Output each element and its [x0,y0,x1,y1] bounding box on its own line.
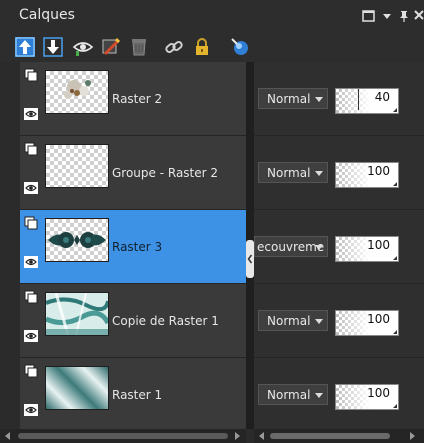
layer-properties-row: Normal 100 [254,358,424,432]
panel-title: Calques [19,7,75,23]
layer-thumbnail [45,292,109,336]
visibility-eye-icon[interactable] [24,256,38,268]
opacity-slider[interactable]: 100 [335,236,399,262]
layer-row-copie-de-raster-1[interactable]: Copie de Raster 1 [20,284,246,358]
scroll-thumb[interactable] [18,433,228,439]
blend-mode-value: Normal [267,166,311,180]
show-hide-icon[interactable] [72,36,94,58]
layer-properties-row: Normal 40 [254,62,424,136]
layer-properties-row: Normal 100 [254,284,424,358]
blend-mode-value: Normal [267,388,311,402]
layer-thumbnail [45,144,109,188]
blend-mode-dropdown[interactable]: ecouvreme [254,236,328,257]
corner-arrow-icon [393,182,397,186]
visibility-eye-icon[interactable] [24,404,38,416]
blend-mode-value: Normal [267,92,311,106]
scroll-right-icon[interactable] [410,432,415,440]
layer-properties-row: ecouvreme 100 [254,210,424,284]
layer-type-icon [24,216,38,230]
layer-list-hscrollbar[interactable] [0,429,246,443]
dropdown-arrow-icon [315,171,323,176]
layer-style-icon[interactable] [229,36,251,58]
splitter-handle[interactable] [246,240,254,278]
properties-hscrollbar[interactable] [254,429,424,443]
flower-thumbnail-image [64,80,91,99]
layer-type-icon [24,364,38,378]
dropdown-icon[interactable] [379,8,395,24]
dropdown-arrow-icon [315,245,323,250]
scroll-thumb[interactable] [270,433,390,439]
layer-name[interactable]: Raster 2 [112,92,162,106]
layer-properties-row: Normal 100 [254,136,424,210]
link-icon[interactable] [163,36,185,58]
corner-arrow-icon [393,108,397,112]
layers-toolbar [0,32,424,62]
visibility-eye-icon[interactable] [24,108,38,120]
edit-mask-icon[interactable] [100,36,122,58]
lock-icon[interactable] [191,36,213,58]
layer-name[interactable]: Raster 3 [112,240,162,254]
visibility-eye-icon[interactable] [24,182,38,194]
opacity-slider[interactable]: 100 [335,384,399,410]
move-layer-up-icon[interactable] [14,36,36,58]
dropdown-arrow-icon [315,319,323,324]
opacity-slider[interactable]: 100 [335,162,399,188]
layer-thumbnail [45,70,109,114]
layer-name[interactable]: Groupe - Raster 2 [112,166,218,180]
blend-mode-dropdown[interactable]: Normal [258,162,328,183]
scroll-left-icon[interactable] [5,432,10,440]
layer-properties: Normal 40 Normal 100 ecouvreme 100 Norma… [254,62,424,432]
opacity-value: 40 [374,90,390,104]
texture-thumbnail-image [46,293,108,335]
delete-layer-icon[interactable] [128,36,150,58]
move-layer-down-icon[interactable] [42,36,64,58]
pin-icon[interactable] [396,8,412,24]
layer-thumbnail [45,218,109,262]
dropdown-arrow-icon [315,97,323,102]
dropdown-arrow-icon [315,393,323,398]
opacity-value: 100 [367,312,390,326]
layer-name[interactable]: Copie de Raster 1 [112,314,219,328]
layer-row-raster-2[interactable]: Raster 2 [20,62,246,136]
scroll-right-icon[interactable] [235,432,240,440]
layer-row-raster-3[interactable]: Raster 3 [20,210,246,284]
maximize-icon[interactable] [361,8,377,24]
panel-titlebar: Calques [0,0,424,32]
splitter-arrow-icon [247,254,253,264]
ornament-thumbnail-image [48,232,106,248]
layer-type-icon [24,290,38,304]
layer-type-icon [24,68,38,82]
opacity-slider[interactable]: 40 [335,88,399,114]
opacity-value: 100 [367,164,390,178]
layer-thumbnail [45,366,109,410]
layer-list: Raster 2 Groupe - Raster 2 Raster 3 Copi… [0,62,246,432]
blend-mode-dropdown[interactable]: Normal [258,384,328,405]
scroll-left-icon[interactable] [259,432,264,440]
layer-type-icon [24,142,38,156]
opacity-value: 100 [367,238,390,252]
opacity-slider[interactable]: 100 [335,310,399,336]
layer-row-groupe-raster-2[interactable]: Groupe - Raster 2 [20,136,246,210]
layer-row-raster-1[interactable]: Raster 1 [20,358,246,432]
corner-arrow-icon [393,330,397,334]
close-icon[interactable] [412,8,424,24]
corner-arrow-icon [393,256,397,260]
blend-mode-dropdown[interactable]: Normal [258,310,328,331]
blend-mode-dropdown[interactable]: Normal [258,88,328,109]
visibility-eye-icon[interactable] [24,330,38,342]
opacity-slider-thumb[interactable] [358,89,359,110]
corner-arrow-icon [393,404,397,408]
opacity-value: 100 [367,386,390,400]
layer-name[interactable]: Raster 1 [112,388,162,402]
blend-mode-value: Normal [267,314,311,328]
